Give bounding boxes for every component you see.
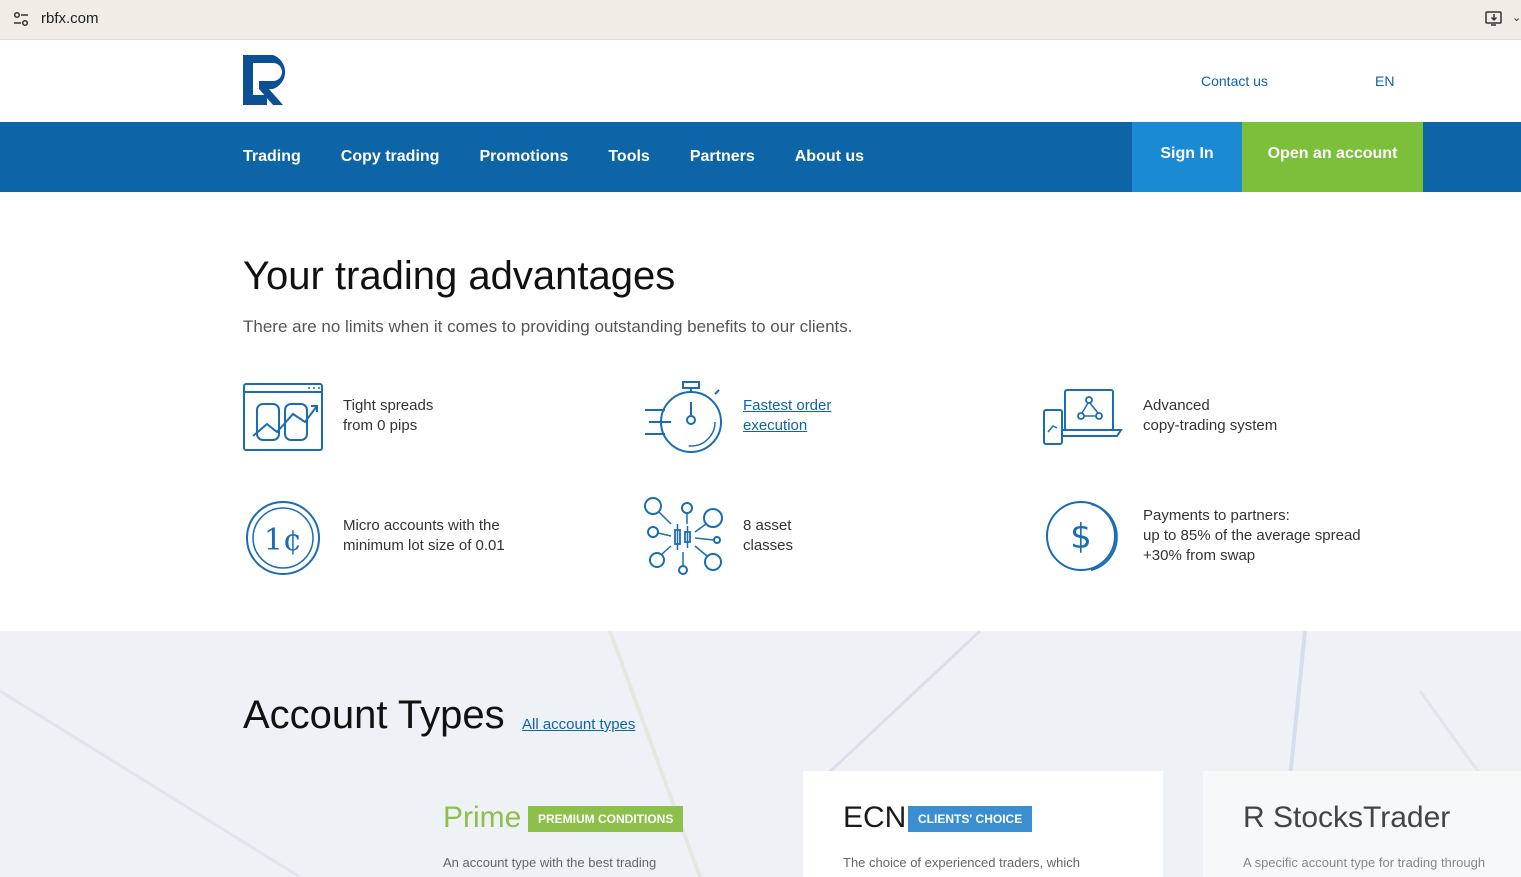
- sign-in-button[interactable]: Sign In: [1132, 122, 1242, 192]
- account-card-prime[interactable]: Prime PREMIUM CONDITIONS An account type…: [403, 771, 763, 877]
- advantage-tight-spreads: Tight spreads from 0 pips: [243, 382, 603, 462]
- advantage-asset-classes: 8 asset classes: [643, 496, 1003, 576]
- advantages-subtitle: There are no limits when it comes to pro…: [243, 317, 853, 336]
- nav-item-tools[interactable]: Tools: [608, 148, 649, 166]
- nav-item-about-us[interactable]: About us: [795, 148, 864, 166]
- account-name: R StocksTrader: [1243, 801, 1451, 834]
- account-badge: PREMIUM CONDITIONS: [528, 806, 684, 832]
- advantage-text: up to 85% of the average spread: [1143, 527, 1361, 544]
- fastest-execution-link[interactable]: Fastest order: [743, 396, 831, 416]
- main-nav: Trading Copy trading Promotions Tools Pa…: [0, 122, 1521, 192]
- all-account-types-link[interactable]: All account types: [522, 716, 635, 733]
- tune-icon[interactable]: [12, 10, 30, 28]
- account-description: A specific account type for trading thro…: [1243, 855, 1486, 870]
- nav-item-copy-trading[interactable]: Copy trading: [341, 148, 440, 166]
- open-account-button[interactable]: Open an account: [1242, 122, 1423, 192]
- account-name: ECN: [843, 801, 907, 834]
- advantage-text: 8 asset: [743, 517, 792, 534]
- advantage-partner-payments: $ Payments to partners: up to 85% of the…: [1043, 496, 1403, 576]
- account-types-section: Account Types All account types Prime PR…: [0, 631, 1521, 877]
- advantage-text: +30% from swap: [1143, 547, 1256, 564]
- url-text[interactable]: rbfx.com: [41, 10, 99, 27]
- account-name: Prime: [443, 801, 522, 834]
- account-card-r-stockstrader[interactable]: R StocksTrader A specific account type f…: [1203, 771, 1521, 877]
- nav-item-promotions[interactable]: Promotions: [479, 148, 568, 166]
- contact-us-link[interactable]: Contact us: [1201, 73, 1268, 89]
- chevron-down-icon[interactable]: ⌄: [1512, 11, 1521, 24]
- account-badge: CLIENTS' CHOICE: [908, 806, 1033, 832]
- devices-network-icon: [1043, 389, 1123, 445]
- advantages-title: Your trading advantages: [243, 254, 676, 298]
- advantage-text: minimum lot size of 0.01: [343, 537, 505, 554]
- rbfx-logo[interactable]: [243, 55, 291, 105]
- advantage-copy-trading: Advanced copy-trading system: [1043, 386, 1403, 466]
- nav-item-trading[interactable]: Trading: [243, 148, 301, 166]
- account-types-title: Account Types: [243, 693, 505, 737]
- advantage-text: Micro accounts with the: [343, 517, 500, 534]
- browser-address-bar: rbfx.com ⌄: [0, 0, 1521, 40]
- account-description: An account type with the best trading: [443, 855, 657, 870]
- asset-network-icon: [644, 497, 723, 575]
- advantage-text: copy-trading system: [1143, 417, 1278, 434]
- install-app-icon[interactable]: [1484, 8, 1504, 28]
- account-description: The choice of experienced traders, which: [843, 855, 1081, 870]
- advantage-text: Tight spreads: [343, 397, 434, 414]
- cent-coin-icon: 1¢: [246, 501, 320, 575]
- svg-text:$: $: [1070, 517, 1092, 557]
- advantage-text: from 0 pips: [343, 417, 418, 434]
- account-card-ecn[interactable]: ECN CLIENTS' CHOICE The choice of experi…: [803, 771, 1163, 877]
- dollar-coin-icon: $: [1046, 501, 1118, 571]
- stopwatch-icon: [645, 381, 722, 453]
- fastest-execution-link[interactable]: execution: [743, 416, 831, 436]
- spreads-chart-icon: [243, 383, 323, 451]
- advantage-fastest-execution: Fastest order execution: [643, 380, 1003, 460]
- advantage-micro-accounts: 1¢ Micro accounts with the minimum lot s…: [243, 498, 603, 578]
- advantage-text: Advanced: [1143, 397, 1210, 414]
- nav-item-partners[interactable]: Partners: [690, 148, 755, 166]
- site-header: Contact us EN: [0, 41, 1521, 122]
- language-selector[interactable]: EN: [1375, 73, 1394, 89]
- advantage-text: classes: [743, 537, 794, 554]
- svg-text:1¢: 1¢: [264, 523, 302, 558]
- advantage-text: Payments to partners:: [1143, 507, 1290, 524]
